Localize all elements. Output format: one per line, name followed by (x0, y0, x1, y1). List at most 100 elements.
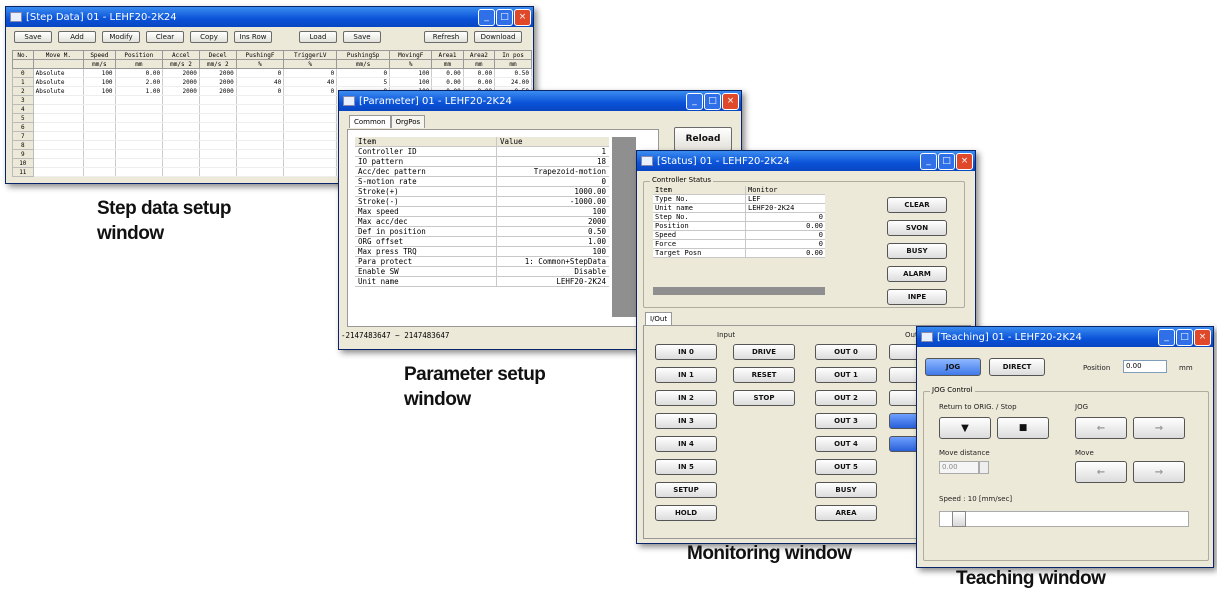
table-cell[interactable] (83, 167, 116, 177)
table-cell[interactable] (115, 104, 164, 114)
out-1-button[interactable]: OUT 1 (815, 367, 877, 383)
table-cell[interactable]: 100 (83, 68, 116, 78)
table-cell[interactable] (33, 140, 85, 150)
table-row[interactable]: Max press TRQ 100 (355, 246, 609, 257)
in-5-button[interactable]: IN 5 (655, 459, 717, 475)
stop-button[interactable]: ■ (997, 417, 1049, 439)
maximize-icon[interactable]: □ (496, 9, 513, 26)
table-cell[interactable] (236, 140, 285, 150)
table-cell[interactable] (115, 122, 164, 132)
table-cell[interactable] (199, 140, 237, 150)
row-number[interactable]: 5 (12, 113, 34, 123)
setup-button[interactable]: SETUP (655, 482, 717, 498)
in-1-button[interactable]: IN 1 (655, 367, 717, 383)
busy-button[interactable]: BUSY (887, 243, 947, 259)
out-3-button[interactable]: OUT 3 (815, 413, 877, 429)
copy-button[interactable]: Copy (190, 31, 228, 43)
table-cell[interactable]: Absolute (33, 77, 85, 87)
table-cell[interactable] (236, 104, 285, 114)
table-cell[interactable] (83, 158, 116, 168)
table-cell[interactable] (162, 158, 200, 168)
table-cell[interactable] (83, 113, 116, 123)
table-cell[interactable] (162, 122, 200, 132)
table-cell[interactable] (83, 131, 116, 141)
save-file-button[interactable]: Save (343, 31, 381, 43)
table-cell[interactable]: 0.00 (463, 77, 496, 87)
column-header[interactable]: PushingSp (336, 50, 391, 60)
close-icon[interactable]: × (1194, 329, 1211, 346)
table-row[interactable]: Unit name LEHF20-2K24 (355, 276, 609, 287)
table-cell[interactable] (33, 95, 85, 105)
column-header[interactable]: Accel (162, 50, 200, 60)
jog-left-button[interactable]: ← (1075, 417, 1127, 439)
param-value[interactable]: 18 (496, 156, 609, 167)
table-cell[interactable]: 2000 (162, 86, 200, 96)
table-cell[interactable] (283, 158, 338, 168)
table-cell[interactable]: 5 (336, 77, 391, 87)
table-cell[interactable]: 0.50 (494, 68, 532, 78)
table-cell[interactable] (236, 113, 285, 123)
table-cell[interactable]: 40 (283, 77, 338, 87)
move-left-button[interactable]: ← (1075, 461, 1127, 483)
param-value[interactable]: -1000.00 (496, 196, 609, 207)
out-busy-button[interactable]: BUSY (815, 482, 877, 498)
clear-button[interactable]: Clear (146, 31, 184, 43)
table-cell[interactable]: 40 (236, 77, 285, 87)
in-3-button[interactable]: IN 3 (655, 413, 717, 429)
stop-button[interactable]: STOP (733, 390, 795, 406)
refresh-button[interactable]: Refresh (424, 31, 468, 43)
out-area-button[interactable]: AREA (815, 505, 877, 521)
table-cell[interactable] (199, 131, 237, 141)
out-5-button[interactable]: OUT 5 (815, 459, 877, 475)
table-cell[interactable] (33, 158, 85, 168)
table-cell[interactable]: 2000 (162, 77, 200, 87)
table-cell[interactable] (33, 149, 85, 159)
table-cell[interactable] (199, 95, 237, 105)
parameter-table[interactable]: Item Value Controller ID 1 IO pattern 18 Acc/d… (355, 137, 609, 287)
table-cell[interactable] (236, 149, 285, 159)
tab-io[interactable]: I/Out (645, 312, 673, 325)
param-scrollbar[interactable] (612, 137, 636, 317)
close-icon[interactable]: × (956, 153, 973, 170)
minimize-icon[interactable]: _ (920, 153, 937, 170)
table-cell[interactable]: 2000 (199, 86, 237, 96)
teaching-titlebar[interactable]: [Teaching] 01 - LEHF20-2K24 _ □ × (917, 327, 1213, 347)
hold-button[interactable]: HOLD (655, 505, 717, 521)
close-icon[interactable]: × (722, 93, 739, 110)
table-cell[interactable] (283, 95, 338, 105)
add-button[interactable]: Add (58, 31, 96, 43)
table-cell[interactable] (115, 95, 164, 105)
param-value[interactable]: LEHF20-2K24 (496, 276, 609, 287)
table-cell[interactable] (283, 140, 338, 150)
row-number[interactable]: 10 (12, 158, 34, 168)
parameter-titlebar[interactable]: [Parameter] 01 - LEHF20-2K24 _ □ × (339, 91, 741, 111)
column-header[interactable]: Area1 (431, 50, 464, 60)
table-cell[interactable] (115, 167, 164, 177)
table-cell[interactable] (283, 104, 338, 114)
param-value[interactable]: 0.50 (496, 226, 609, 237)
table-cell[interactable] (162, 104, 200, 114)
table-cell[interactable] (199, 158, 237, 168)
in-0-button[interactable]: IN 0 (655, 344, 717, 360)
table-cell[interactable] (283, 113, 338, 123)
table-cell[interactable] (33, 167, 85, 177)
table-cell[interactable] (283, 167, 338, 177)
table-cell[interactable]: 0.00 (431, 77, 464, 87)
out-4-button[interactable]: OUT 4 (815, 436, 877, 452)
step-data-titlebar[interactable]: [Step Data] 01 - LEHF20-2K24 _ □ × (6, 7, 533, 27)
table-cell[interactable]: 100 (83, 86, 116, 96)
table-row[interactable]: Def in position 0.50 (355, 226, 609, 237)
row-number[interactable]: 1 (12, 77, 34, 87)
table-cell[interactable]: 0.00 (431, 68, 464, 78)
column-header[interactable]: Decel (198, 50, 237, 60)
table-cell[interactable] (236, 122, 285, 132)
table-row[interactable]: Max speed 100 (355, 206, 609, 217)
table-cell[interactable]: 2000 (199, 68, 237, 78)
table-cell[interactable] (162, 167, 200, 177)
table-cell[interactable] (283, 122, 338, 132)
maximize-icon[interactable]: □ (938, 153, 955, 170)
table-cell[interactable]: 0.00 (463, 68, 496, 78)
minimize-icon[interactable]: _ (1158, 329, 1175, 346)
row-number[interactable]: 0 (12, 68, 34, 78)
param-value[interactable]: 1 (496, 146, 609, 157)
